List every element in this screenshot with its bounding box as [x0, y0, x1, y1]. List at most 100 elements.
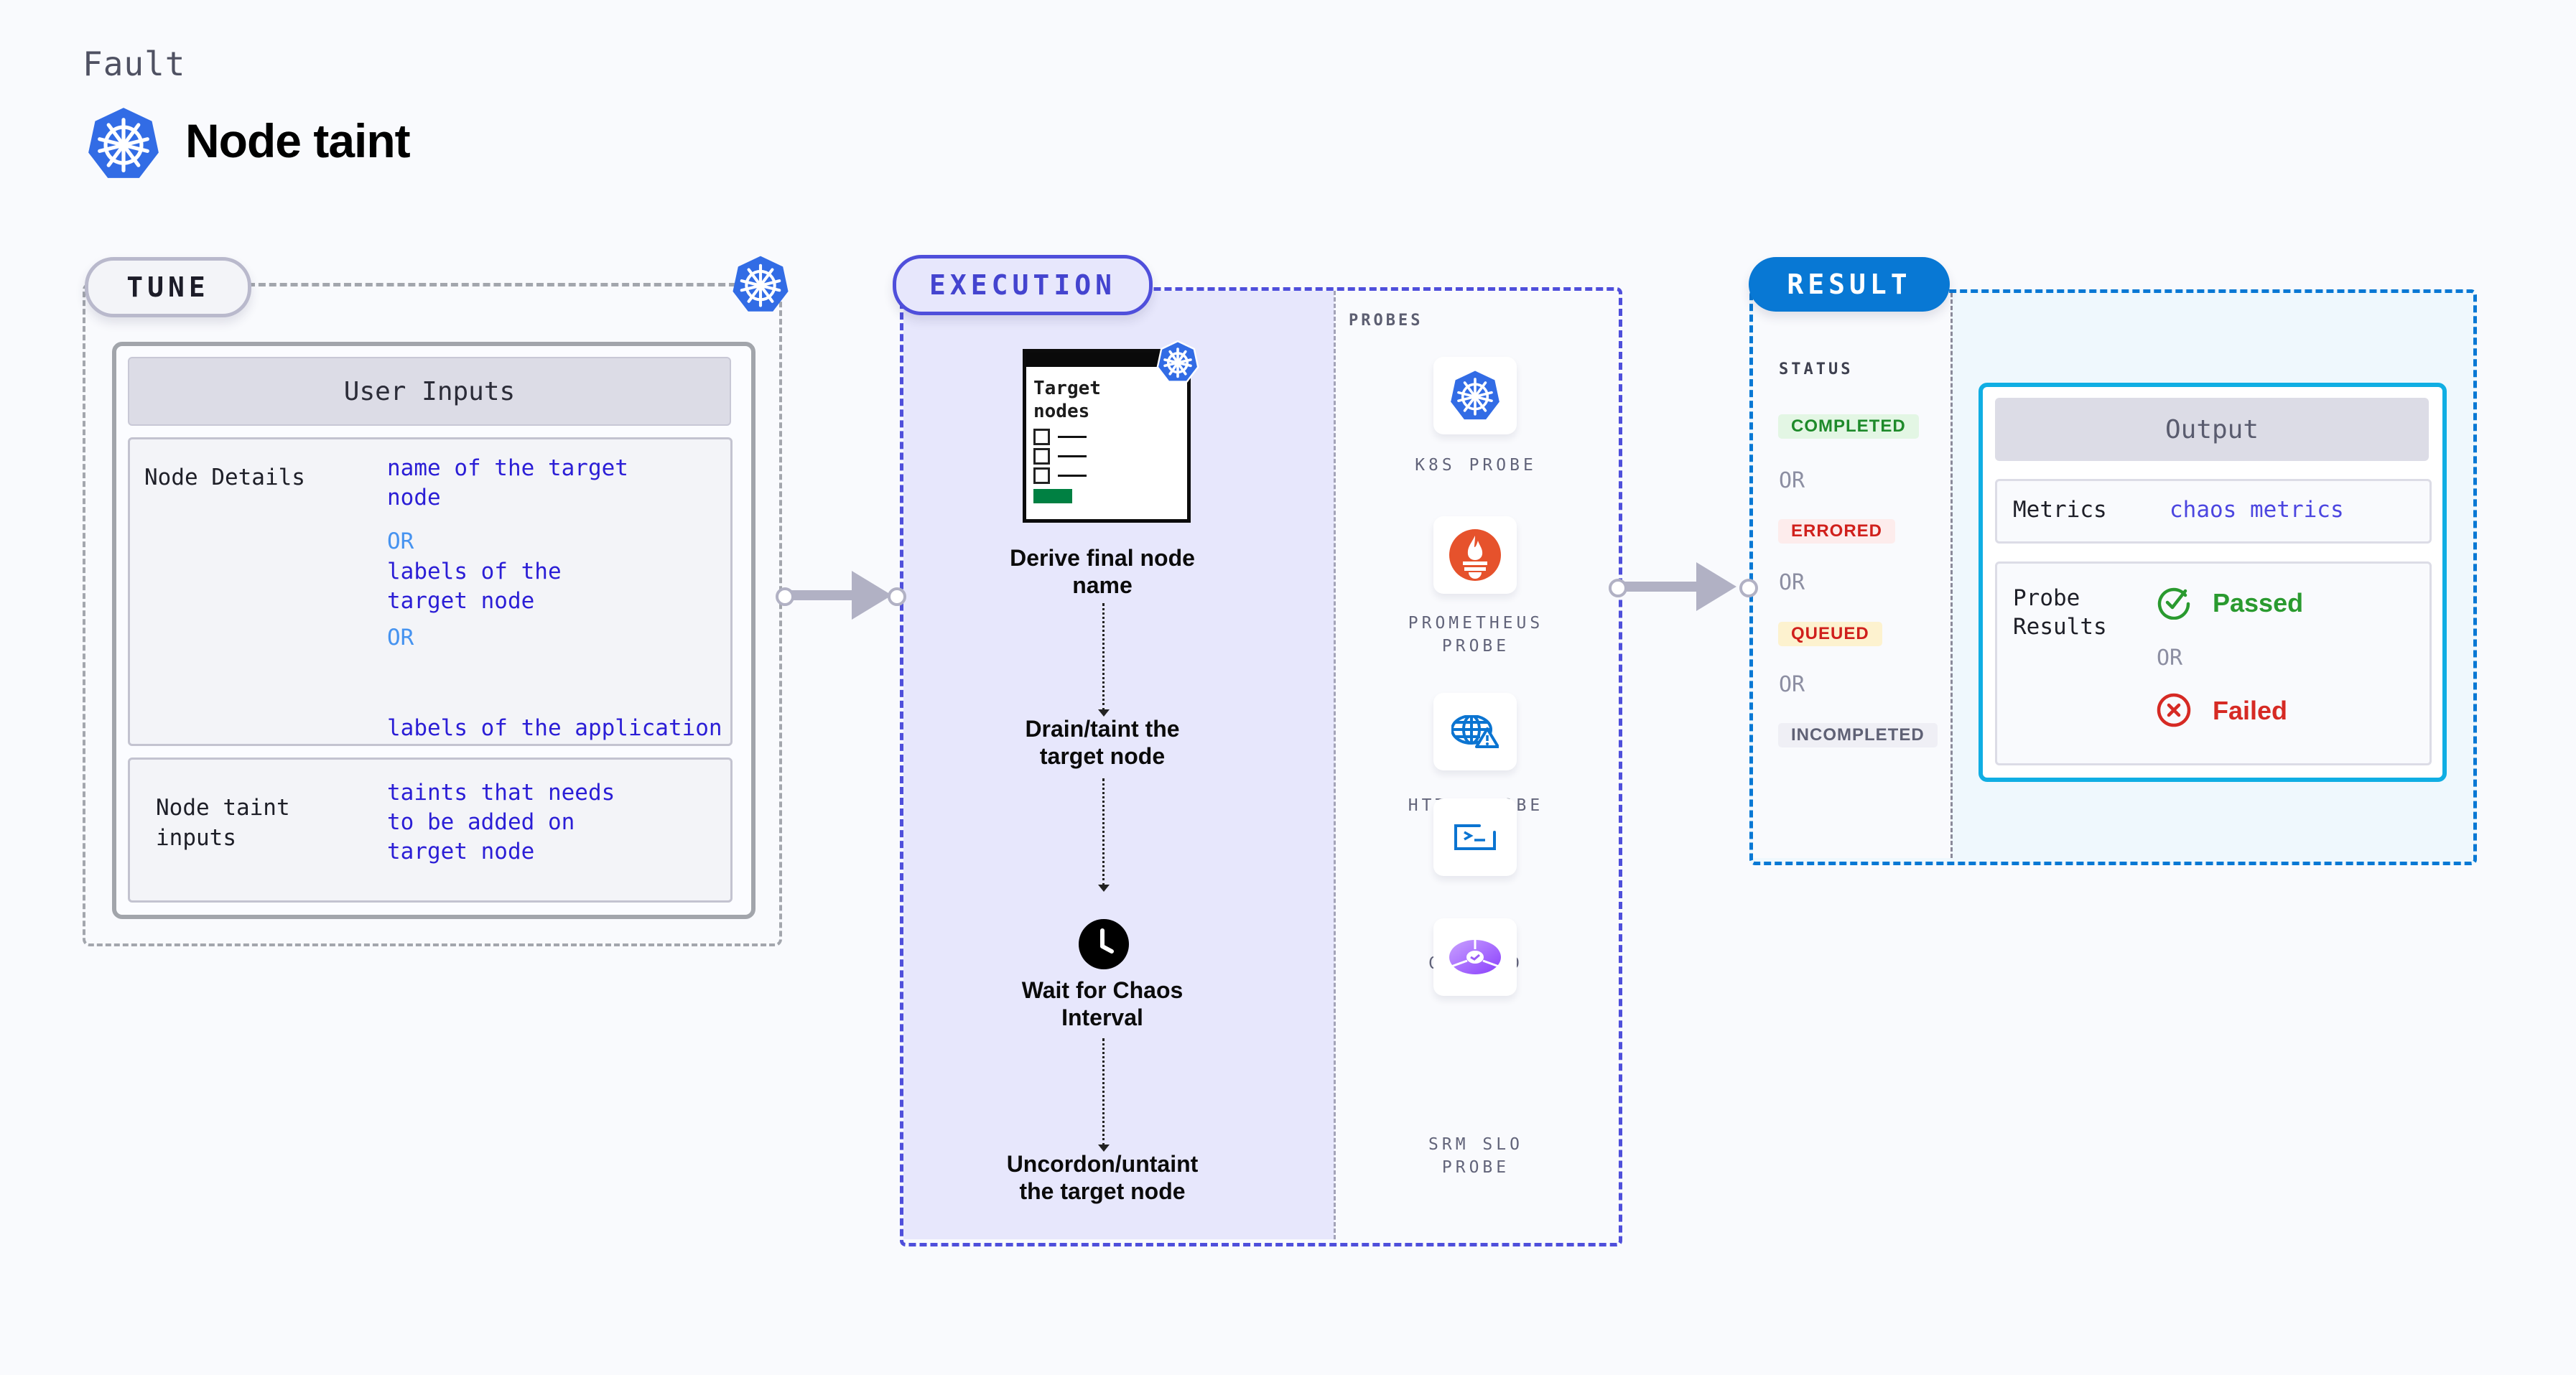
probe-failed: Failed: [2213, 696, 2288, 725]
row-value: taints that needs to be added on target …: [387, 778, 615, 867]
step-uncordon-untaint: Uncordon/untaint the target node: [934, 1150, 1271, 1205]
checkbox-icon: [1033, 467, 1050, 484]
flow-connector: [1102, 1038, 1105, 1146]
status-badge-errored: ERRORED: [1778, 519, 1896, 544]
execution-label: EXECUTION: [893, 255, 1153, 315]
probe-label-line: PROBE: [1441, 1158, 1510, 1177]
checkbox-icon: [1033, 429, 1050, 445]
result-label: RESULT: [1749, 257, 1950, 312]
input-row-node-taint: Node taint inputs taints that needs to b…: [128, 758, 733, 903]
step-line: Drain/taint the: [1025, 716, 1180, 742]
output-row-probe-results: Probe Results Passed OR Failed: [1995, 561, 2432, 765]
kubernetes-icon: [733, 256, 789, 312]
step-wait-chaos-interval: Wait for Chaos Interval: [934, 977, 1271, 1031]
flow-connector: [1102, 603, 1105, 711]
prometheus-icon: [1449, 529, 1501, 581]
list-line: [1058, 455, 1087, 457]
arrow-down-icon: [1098, 885, 1110, 892]
or-label: OR: [387, 625, 414, 651]
connector-end-dot: [1739, 579, 1758, 597]
connector-line: [1622, 582, 1708, 592]
probe-label: PROMETHEUS PROBE: [1386, 612, 1566, 658]
probe-label-line: SRM SLO: [1428, 1135, 1523, 1154]
probes-title: PROBES: [1349, 312, 1423, 330]
or-label: OR: [1779, 570, 1805, 595]
list-line: [1058, 436, 1087, 438]
tune-panel-top-border: [248, 283, 736, 286]
arrow-right-icon: [1696, 562, 1736, 611]
probe-passed: Passed: [2213, 588, 2304, 617]
probe-http[interactable]: [1433, 693, 1517, 770]
or-label: OR: [1779, 672, 1805, 697]
kubernetes-icon: [1451, 370, 1499, 420]
label-line: Node taint: [156, 795, 290, 821]
status-badge-queued: QUEUED: [1778, 622, 1882, 646]
probe-label: K8S PROBE: [1386, 454, 1566, 477]
probe-command[interactable]: [1433, 798, 1517, 876]
probe-label-line: K8S PROBE: [1415, 456, 1537, 475]
probe-srm-slo[interactable]: [1433, 918, 1517, 996]
arrow-right-icon: [852, 571, 892, 620]
title-line: nodes: [1033, 401, 1090, 422]
step-derive-node-name: Derive final node name: [934, 544, 1271, 599]
value-line: node: [387, 485, 441, 511]
metrics-label: Metrics: [2013, 497, 2107, 523]
step-drain-taint: Drain/taint the target node: [934, 715, 1271, 770]
x-circle-icon: [2157, 693, 2191, 727]
kubernetes-icon: [88, 108, 159, 178]
value-line: target node: [387, 588, 535, 614]
clock-icon: [1079, 919, 1129, 969]
output-row-metrics: Metrics chaos metrics: [1995, 479, 2432, 544]
flow-connector: [1102, 778, 1105, 886]
or-label: OR: [1779, 468, 1805, 493]
title-line: Target: [1033, 378, 1101, 399]
probe-label-line: PROMETHEUS: [1408, 614, 1544, 633]
step-line: Interval: [1061, 1005, 1143, 1030]
step-line: Derive final node: [1010, 545, 1195, 571]
value-line: to be added on: [387, 809, 575, 835]
or-label: OR: [2157, 645, 2183, 671]
status-title: STATUS: [1779, 360, 1854, 378]
metrics-value: chaos metrics: [2170, 497, 2344, 523]
column-divider: [1334, 291, 1336, 1239]
card-title: Target nodes: [1033, 377, 1101, 423]
value-line: labels of the: [387, 559, 562, 584]
globe-warning-icon: [1451, 715, 1499, 748]
confirm-bar: [1033, 489, 1072, 503]
input-row-node-details: Node Details name of the target node OR …: [128, 437, 733, 829]
label-line: Results: [2013, 614, 2107, 640]
value-line: name of the target: [387, 455, 628, 481]
connector-start-dot: [1609, 579, 1627, 597]
kubernetes-icon: [1156, 340, 1199, 383]
or-label: OR: [387, 528, 414, 554]
row-value: labels of the target node: [387, 557, 562, 616]
fault-eyebrow: Fault: [83, 45, 186, 83]
user-inputs-title: User Inputs: [128, 357, 731, 426]
connector-end-dot: [888, 587, 906, 606]
probe-prometheus[interactable]: [1433, 516, 1517, 594]
step-line: Wait for Chaos: [1021, 977, 1184, 1003]
probe-k8s[interactable]: [1433, 357, 1517, 434]
row-label: Node taint inputs: [156, 793, 290, 853]
label-line: inputs: [156, 825, 236, 851]
list-line: [1058, 475, 1087, 477]
check-circle-icon: [2157, 587, 2190, 620]
connector-start-dot: [776, 587, 794, 606]
label-line: Probe: [2013, 585, 2080, 611]
value-line: target node: [387, 839, 535, 864]
row-value: name of the target node: [387, 454, 628, 513]
output-title: Output: [1995, 398, 2429, 461]
tune-label: TUNE: [85, 257, 251, 317]
row-label: Node Details: [144, 465, 305, 490]
probe-results-label: Probe Results: [2013, 584, 2107, 641]
status-badge-incompleted: INCOMPLETED: [1778, 723, 1938, 747]
checkbox-icon: [1033, 448, 1050, 465]
terminal-icon: [1454, 824, 1496, 850]
column-divider: [1950, 293, 1953, 858]
step-line: name: [1072, 572, 1133, 598]
connector-line: [789, 590, 860, 600]
value-line: taints that needs: [387, 780, 615, 806]
probe-label: SRM SLO PROBE: [1386, 1133, 1566, 1179]
step-line: Uncordon/untaint: [1006, 1151, 1199, 1177]
probe-label-line: PROBE: [1441, 637, 1510, 656]
